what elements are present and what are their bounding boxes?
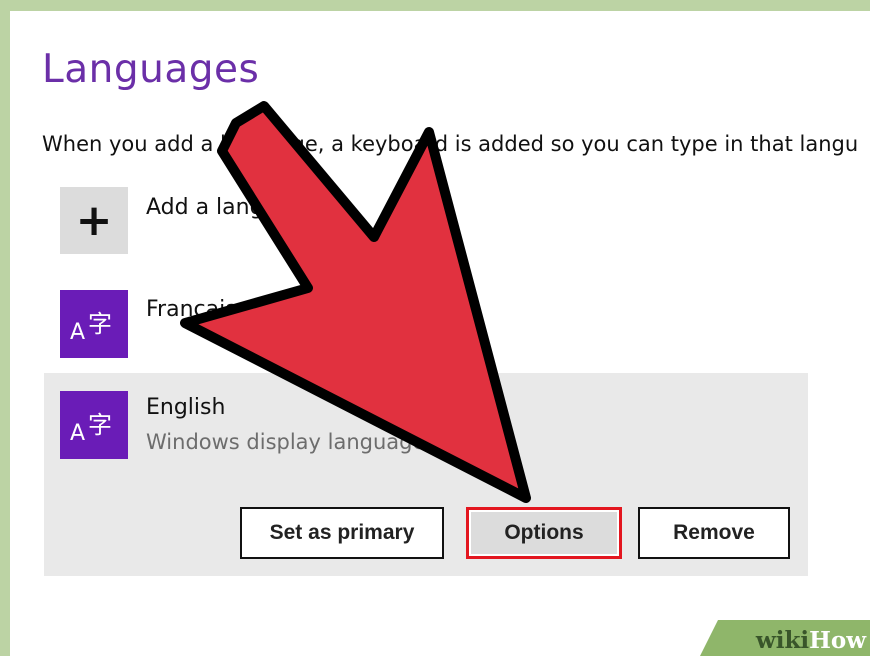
add-language-label[interactable]: Add a language — [146, 195, 319, 220]
language-name-francais[interactable]: Français — [146, 297, 237, 322]
add-language-button[interactable]: + — [60, 187, 128, 254]
languages-panel: Languages When you add a language, a key… — [10, 11, 870, 656]
language-name-english: English — [146, 395, 226, 420]
options-button[interactable]: Options — [466, 507, 622, 559]
watermark-prefix: wiki — [755, 627, 810, 654]
set-as-primary-button[interactable]: Set as primary — [240, 507, 444, 559]
watermark-suffix: How — [809, 627, 866, 654]
wikihow-watermark: wikiHow — [700, 620, 870, 656]
language-glyph-a: A — [70, 421, 86, 446]
language-glyph-zi: 字 — [88, 411, 112, 439]
page-title: Languages — [42, 47, 260, 92]
language-icon: A 字 — [60, 391, 128, 459]
language-glyph-zi: 字 — [88, 310, 112, 338]
language-subtitle: Windows display language — [146, 430, 426, 454]
watermark-text: wikiHow — [756, 627, 866, 654]
plus-icon: + — [75, 194, 113, 246]
description-text: When you add a language, a keyboard is a… — [42, 132, 859, 156]
language-glyph-a: A — [70, 320, 86, 345]
language-icon: A 字 — [60, 290, 128, 358]
remove-button[interactable]: Remove — [638, 507, 790, 559]
